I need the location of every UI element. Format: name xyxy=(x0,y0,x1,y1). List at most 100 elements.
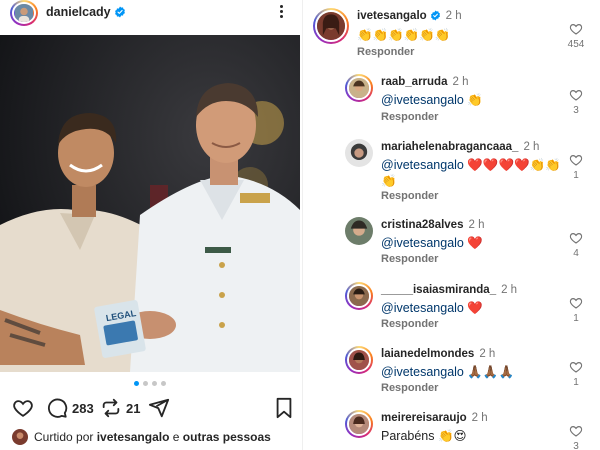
carousel-dot[interactable] xyxy=(152,381,157,386)
comment-mention[interactable]: @ivetesangalo xyxy=(381,93,464,107)
post-actions: 283 21 xyxy=(12,396,294,420)
comment-item: _____isaiasmiranda_ 2 h @ivetesangalo ❤️ … xyxy=(303,282,600,338)
heart-outline-icon[interactable] xyxy=(569,296,583,310)
heart-outline-icon[interactable] xyxy=(569,153,583,167)
liked-by-user[interactable]: ivetesangalo xyxy=(97,430,170,444)
comment-like-count: 1 xyxy=(573,313,579,324)
comment-text: @ivetesangalo ❤️ xyxy=(381,235,561,251)
comment-time: 2 h xyxy=(523,141,540,153)
reply-button[interactable]: Responder xyxy=(381,382,438,394)
reply-button[interactable]: Responder xyxy=(381,318,438,330)
carousel-indicator xyxy=(0,381,300,386)
reply-button[interactable]: Responder xyxy=(381,190,438,202)
post-header: danielcady xyxy=(0,0,300,26)
comment-text: @ivetesangalo ❤️❤️❤️❤️👏👏 👏 xyxy=(381,157,561,189)
comment-username[interactable]: meirereisaraujo xyxy=(381,412,467,424)
comment-item: cristina28alves 2 h @ivetesangalo ❤️ Resp… xyxy=(303,217,600,273)
avatar-photo-icon xyxy=(349,350,369,370)
comment-body: 🙏🏾🙏🏾🙏🏾 xyxy=(463,365,515,379)
comment-avatar[interactable] xyxy=(345,410,373,438)
comment-avatar[interactable] xyxy=(345,74,373,102)
repost-icon xyxy=(102,398,120,418)
comment-username[interactable]: raab_arruda xyxy=(381,76,447,88)
comment-text: 👏👏👏👏👏👏 xyxy=(357,27,557,43)
comment-like: 1 xyxy=(566,360,586,388)
heart-outline-icon[interactable] xyxy=(569,22,583,36)
carousel-dot[interactable] xyxy=(134,381,139,386)
comment-username[interactable]: cristina28alves xyxy=(381,219,463,231)
share-button[interactable] xyxy=(148,396,170,420)
comment-header: mariahelenabragancaaa_ 2 h xyxy=(381,141,539,153)
comment-avatar[interactable] xyxy=(313,8,349,44)
reply-button[interactable]: Responder xyxy=(381,111,438,123)
liked-by-conjunction: e xyxy=(172,430,180,444)
avatar-photo-icon xyxy=(349,286,369,306)
post-author-avatar[interactable] xyxy=(10,0,38,26)
post-photo-illustration: LEGAL xyxy=(0,35,300,372)
comment-icon xyxy=(48,398,68,418)
comment-like: 3 xyxy=(566,88,586,116)
comment-username[interactable]: mariahelenabragancaaa_ xyxy=(381,141,518,153)
avatar-photo-icon xyxy=(317,12,345,40)
comment-button[interactable]: 283 xyxy=(46,396,94,420)
comment-header: cristina28alves 2 h xyxy=(381,219,484,231)
comment-mention[interactable]: @ivetesangalo xyxy=(381,301,464,315)
reply-button[interactable]: Responder xyxy=(357,46,414,58)
bookmark-icon xyxy=(276,397,292,419)
liked-by-prefix: Curtido por xyxy=(34,430,94,444)
more-options-icon[interactable] xyxy=(276,3,286,21)
comment-like-count: 3 xyxy=(573,105,579,116)
repost-button[interactable]: 21 xyxy=(100,396,140,420)
heart-outline-icon[interactable] xyxy=(569,231,583,245)
avatar-photo-icon xyxy=(345,139,373,167)
comment-header: laianedelmondes 2 h xyxy=(381,348,495,360)
comment-text: @ivetesangalo ❤️ xyxy=(381,300,561,316)
comment-time: 2 h xyxy=(468,219,485,231)
liked-by-avatar[interactable] xyxy=(12,429,28,445)
avatar-photo-icon xyxy=(345,217,373,245)
like-button[interactable] xyxy=(12,396,34,420)
comment-avatar[interactable] xyxy=(345,217,373,245)
comment-username[interactable]: _____isaiasmiranda_ xyxy=(381,284,496,296)
heart-outline-icon[interactable] xyxy=(569,88,583,102)
verified-badge-icon xyxy=(114,6,125,18)
comment-body: 👏👏👏👏👏👏 xyxy=(357,28,451,42)
comment-username[interactable]: ivetesangalo xyxy=(357,10,427,22)
comment-mention[interactable]: @ivetesangalo xyxy=(381,236,464,250)
comment-avatar[interactable] xyxy=(345,139,373,167)
heart-outline-icon[interactable] xyxy=(569,360,583,374)
comments-panel: ivetesangalo 2 h 👏👏👏👏👏👏 Responder 454 raa… xyxy=(303,0,600,450)
comment-item: raab_arruda 2 h @ivetesangalo 👏 Responder… xyxy=(303,74,600,132)
avatar-photo-icon xyxy=(349,78,369,98)
save-button[interactable] xyxy=(274,396,294,420)
comment-item: ivetesangalo 2 h 👏👏👏👏👏👏 Responder 454 xyxy=(303,8,600,68)
comment-header: meirereisaraujo 2 h xyxy=(381,412,488,424)
comment-body: 👏 xyxy=(463,93,483,107)
comment-mention[interactable]: @ivetesangalo xyxy=(381,365,464,379)
comments-count: 283 xyxy=(72,400,94,416)
comment-text: @ivetesangalo 🙏🏾🙏🏾🙏🏾 xyxy=(381,364,561,380)
heart-icon xyxy=(13,400,33,417)
comment-text: Parabéns 👏😍 xyxy=(381,428,561,444)
reply-button[interactable]: Responder xyxy=(381,253,438,265)
comment-time: 2 h xyxy=(452,76,469,88)
comment-text: @ivetesangalo 👏 xyxy=(381,92,561,108)
liked-by-others[interactable]: outras pessoas xyxy=(183,430,271,444)
comment-avatar[interactable] xyxy=(345,346,373,374)
post-photo[interactable]: LEGAL xyxy=(0,35,300,372)
heart-outline-icon[interactable] xyxy=(569,424,583,438)
comment-body: ❤️ xyxy=(463,301,483,315)
comment-avatar[interactable] xyxy=(345,282,373,310)
avatar-photo-icon xyxy=(349,414,369,434)
comment-header: _____isaiasmiranda_ 2 h xyxy=(381,284,517,296)
comment-mention[interactable]: @ivetesangalo xyxy=(381,158,464,172)
post-username-text[interactable]: danielcady xyxy=(46,5,111,19)
post-author-username[interactable]: danielcady xyxy=(46,5,126,19)
carousel-dot[interactable] xyxy=(161,381,166,386)
comment-time: 2 h xyxy=(471,412,488,424)
comment-like: 454 xyxy=(566,22,586,50)
verified-badge-icon xyxy=(430,10,440,21)
liked-by-line: Curtido por ivetesangalo e outras pessoa… xyxy=(12,428,271,446)
carousel-dot[interactable] xyxy=(143,381,148,386)
comment-username[interactable]: laianedelmondes xyxy=(381,348,474,360)
